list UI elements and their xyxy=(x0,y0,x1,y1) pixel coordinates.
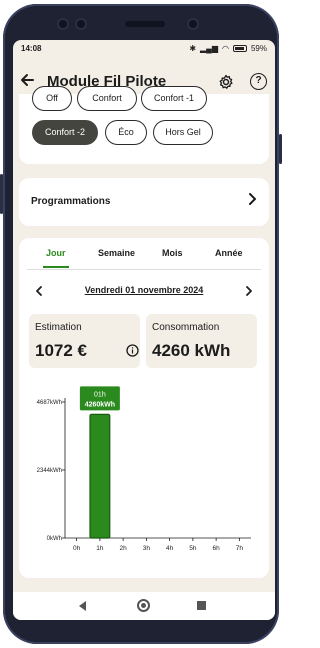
y-tick-label: 2344kWh xyxy=(37,468,62,474)
estimation-value: 1072 € xyxy=(35,341,87,360)
consumption-card: Jour Semaine Mois Année Vendredi 01 nove… xyxy=(19,238,269,578)
programmations-row[interactable]: Programmations xyxy=(19,178,269,226)
x-tick-label: 6h xyxy=(213,545,221,552)
x-tick-label: 0h xyxy=(73,545,81,552)
chart-bar xyxy=(89,413,111,539)
selected-date[interactable]: Vendredi 01 novembre 2024 xyxy=(19,285,269,295)
programmations-label: Programmations xyxy=(31,196,111,207)
status-time: 14:08 xyxy=(21,44,42,53)
mode-selector-card: Off Confort Confort -1 Confort -2 Éco Ho… xyxy=(19,86,269,164)
tab-jour[interactable]: Jour xyxy=(46,248,66,258)
tooltip-category: 01h xyxy=(94,391,106,398)
battery-percent: 59% xyxy=(250,44,267,53)
estimation-box: Estimation 1072 € xyxy=(29,314,140,368)
consommation-label: Consommation xyxy=(152,322,220,333)
x-tick-label: 7h xyxy=(236,545,244,552)
date-navigator: Vendredi 01 novembre 2024 xyxy=(19,280,269,300)
tab-mois[interactable]: Mois xyxy=(162,248,183,258)
chevron-right-icon xyxy=(245,192,259,206)
y-tick-label: 0kWh xyxy=(47,536,62,542)
nav-back-icon[interactable] xyxy=(79,601,86,611)
top-bezel xyxy=(19,12,271,36)
help-icon[interactable]: ? xyxy=(250,73,267,90)
mode-chip-confort-1[interactable]: Confort -1 xyxy=(141,86,207,111)
y-tick-label: 4687kWh xyxy=(37,400,62,406)
estimation-label: Estimation xyxy=(35,322,82,333)
battery-icon xyxy=(232,45,247,52)
tab-annee[interactable]: Année xyxy=(215,248,243,258)
x-tick-label: 4h xyxy=(166,545,174,552)
volume-button xyxy=(0,174,3,214)
sensor-icon xyxy=(59,20,67,28)
x-tick-label: 2h xyxy=(120,545,128,552)
wifi-icon: ◠ xyxy=(222,44,229,53)
mode-chip-hors-gel[interactable]: Hors Gel xyxy=(153,120,213,145)
app-screen: 14:08 ✱ ▂▄▆ ◠ 59% Module Fil Pilote ? Of… xyxy=(13,40,275,620)
system-nav-bar xyxy=(13,592,275,620)
sensor-icon xyxy=(77,20,85,28)
consommation-box: Consommation 4260 kWh xyxy=(146,314,257,368)
hourly-consumption-chart: 0kWh 2344kWh 4687kWh 0h 1h 01h 4260kWh 2h 3h 4h 5h… xyxy=(37,386,251,552)
consommation-value: 4260 kWh xyxy=(152,341,231,360)
mode-chip-confort[interactable]: Confort xyxy=(77,86,137,111)
status-icons: ✱ ▂▄▆ ◠ 59% xyxy=(189,44,267,53)
status-bar: 14:08 ✱ ▂▄▆ ◠ 59% xyxy=(13,40,275,58)
mode-chip-confort-2[interactable]: Confort -2 xyxy=(32,120,98,145)
front-camera-icon xyxy=(189,20,197,28)
phone-frame: 14:08 ✱ ▂▄▆ ◠ 59% Module Fil Pilote ? Of… xyxy=(0,4,282,644)
tab-semaine[interactable]: Semaine xyxy=(98,248,135,258)
nav-home-icon[interactable] xyxy=(137,599,150,612)
nav-recent-apps-icon[interactable] xyxy=(197,601,206,610)
speaker-grille xyxy=(125,21,165,27)
mode-chip-off[interactable]: Off xyxy=(32,86,72,111)
active-tab-indicator xyxy=(43,266,69,268)
x-tick-label: 3h xyxy=(143,545,151,552)
bluetooth-icon: ✱ xyxy=(189,44,197,53)
power-button xyxy=(279,134,282,164)
gear-icon[interactable] xyxy=(218,74,234,90)
mode-chip-eco[interactable]: Éco xyxy=(105,120,147,145)
tooltip-value: 4260kWh xyxy=(85,401,115,408)
info-icon[interactable] xyxy=(126,344,139,357)
tab-divider xyxy=(27,269,261,270)
x-tick-label: 1h xyxy=(96,545,104,552)
signal-icon: ▂▄▆ xyxy=(200,44,218,53)
x-tick-label: 5h xyxy=(189,545,197,552)
period-tabs: Jour Semaine Mois Année xyxy=(19,238,269,270)
chevron-right-icon[interactable] xyxy=(243,284,255,296)
